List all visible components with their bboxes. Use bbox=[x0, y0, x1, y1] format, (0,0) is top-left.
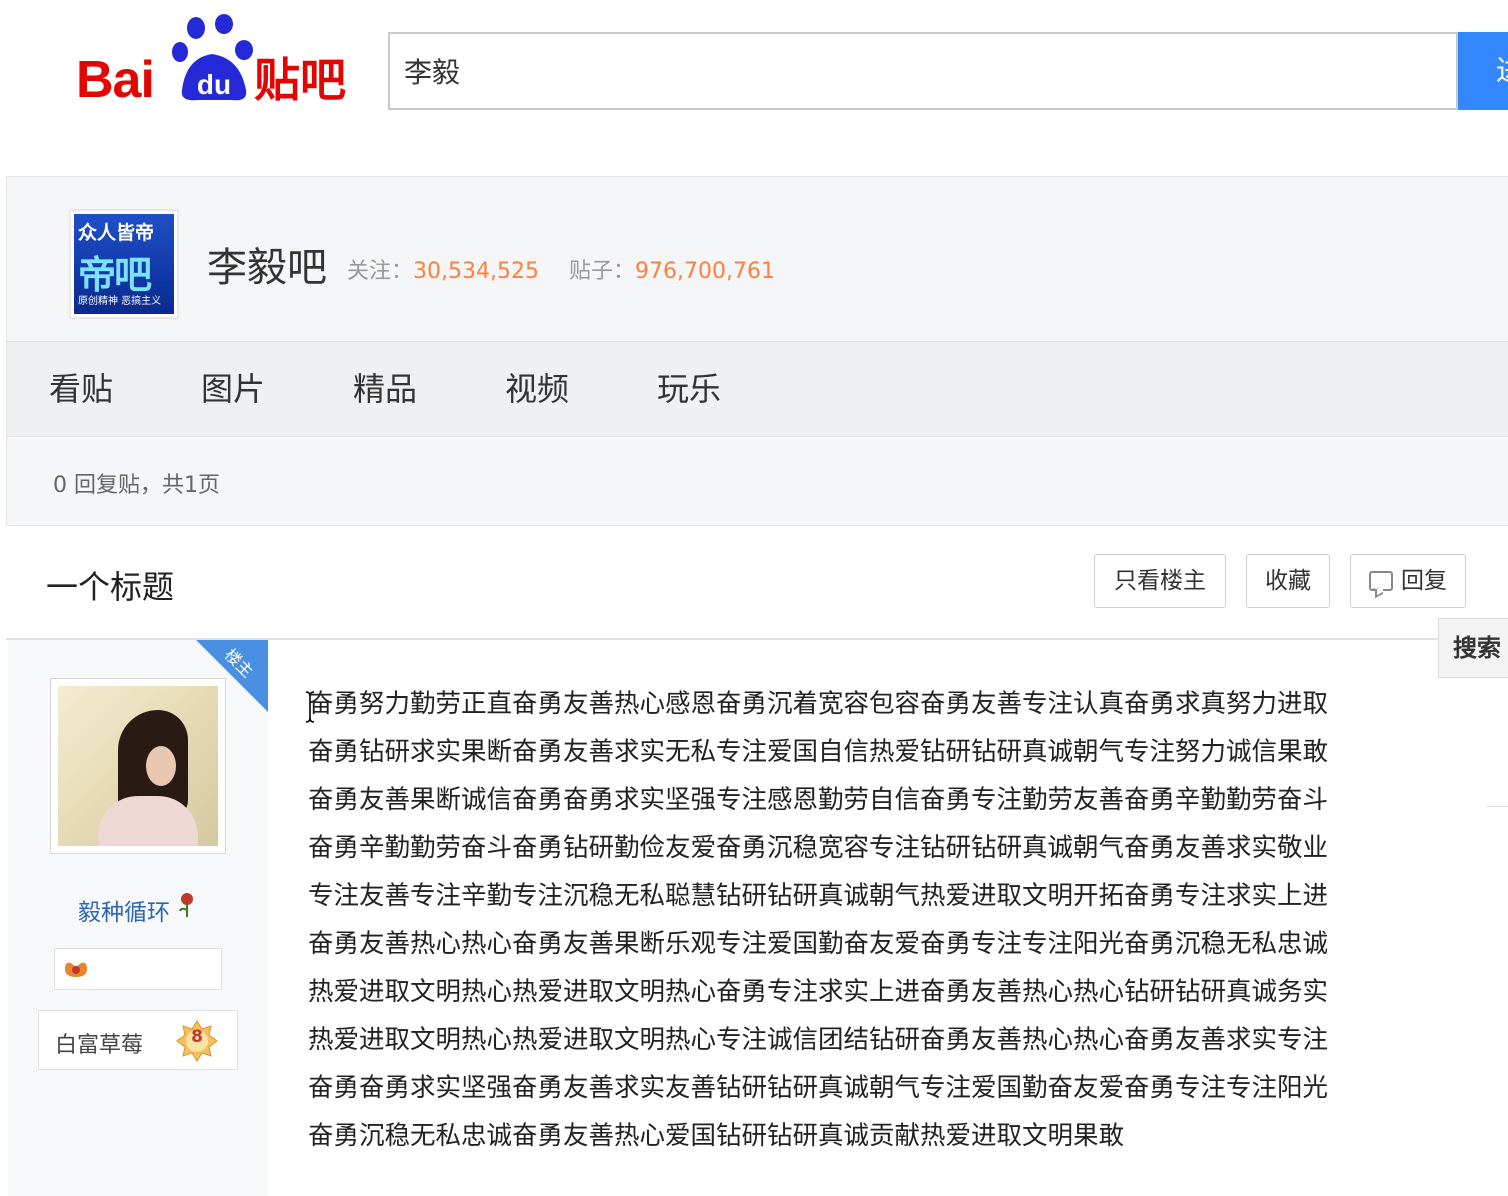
baidu-paw-icon: du bbox=[172, 14, 253, 101]
post-line: 奋勇友善果断诚信奋勇奋勇求实坚强专注感恩勤劳自信奋勇专注勤劳友善奋勇辛勤勤劳奋斗 bbox=[308, 785, 1329, 815]
logo-du-text: du bbox=[197, 69, 231, 100]
divider bbox=[1486, 806, 1508, 807]
post-line: 奋勇辛勤勤劳奋斗奋勇钻研勤俭友爱奋勇沉稳宽容专注钻研钻研真诚朝气奋勇友善求实敬业 bbox=[308, 833, 1329, 863]
post-line: 奋勇沉稳无私忠诚奋勇友善热心爱国钻研钻研真诚贡献热爱进取文明果敢 bbox=[308, 1121, 1125, 1151]
level-name: 白富草莓 bbox=[55, 1033, 144, 1058]
side-search-button[interactable]: 搜索 bbox=[1438, 618, 1508, 678]
nav-tab-featured[interactable]: 精品 bbox=[353, 364, 417, 410]
logo-tieba-text: 贴吧 bbox=[254, 53, 346, 107]
collect-button[interactable]: 收藏 bbox=[1246, 554, 1330, 608]
medal-box bbox=[54, 948, 222, 990]
follow-stat: 关注：30,534,525 bbox=[347, 253, 539, 285]
posts-label: 贴子： bbox=[569, 259, 636, 284]
medal-icon[interactable] bbox=[63, 959, 89, 979]
nav-tab-videos[interactable]: 视频 bbox=[505, 364, 569, 410]
logo-bai-text: Bai bbox=[76, 51, 155, 109]
nav-tab-images[interactable]: 图片 bbox=[201, 364, 265, 410]
post-line: 专注友善专注辛勤专注沉稳无私聪慧钻研钻研真诚朝气热爱进取文明开拓奋勇专注求实上进 bbox=[308, 881, 1329, 911]
post-line: 热爱进取文明热心热爱进取文明热心奋勇专注求实上进奋勇友善热心热心钻研钻研真诚务实 bbox=[308, 977, 1329, 1007]
baidu-tieba-logo[interactable]: Bai du 贴吧 bbox=[76, 14, 352, 109]
comment-icon bbox=[1369, 564, 1393, 616]
search-box bbox=[388, 32, 1458, 110]
post-line: 奋勇奋勇求实坚强奋勇友善求实友善钻研钻研真诚朝气专注爱国勤奋友爱奋勇专注专注阳光 bbox=[308, 1073, 1329, 1103]
follow-count: 30,534,525 bbox=[413, 259, 539, 284]
reply-button[interactable]: 回复 bbox=[1350, 554, 1466, 616]
posts-count: 976,700,761 bbox=[635, 259, 775, 284]
post-line: 热爱进取文明热心热爱进取文明热心专注诚信团结钻研奋勇友善热心热心奋勇友善求实专注 bbox=[308, 1025, 1329, 1055]
level-box: 白富草莓 8 bbox=[38, 1010, 238, 1070]
search-input[interactable] bbox=[390, 34, 1418, 108]
thread-title: 一个标题 bbox=[46, 568, 175, 606]
post-line: 奋勇友善热心热心奋勇友善果断乐观专注爱国勤奋友爱奋勇专注专注阳光奋勇沉稳无私忠诚 bbox=[308, 929, 1329, 959]
forum-avatar-line2: 帝吧 bbox=[78, 253, 152, 297]
search-button[interactable]: 进 bbox=[1458, 32, 1508, 110]
nav-tab-fun[interactable]: 玩乐 bbox=[657, 364, 721, 410]
post-line: 奋勇努力勤劳正直奋勇友善热心感恩奋勇沉着宽容包容奋勇友善专注认真奋勇求真努力进取 bbox=[308, 689, 1329, 719]
forum-nav: 看贴 图片 精品 视频 玩乐 bbox=[7, 341, 1508, 437]
reply-button-label: 回复 bbox=[1401, 568, 1447, 594]
follow-label: 关注： bbox=[347, 259, 414, 284]
level-number: 8 bbox=[191, 1027, 203, 1047]
nav-tab-posts[interactable]: 看贴 bbox=[49, 364, 113, 410]
post-line: 奋勇钻研求实果断奋勇友善求实无私专注爱国自信热爱钻研钻研真诚朝气专注努力诚信果敢 bbox=[308, 737, 1329, 767]
forum-avatar[interactable]: 众人皆帝 帝吧 原创精神 恶搞主义 bbox=[69, 209, 179, 319]
forum-avatar-line3: 原创精神 恶搞主义 bbox=[78, 296, 162, 307]
forum-name[interactable]: 李毅吧 bbox=[207, 235, 327, 293]
forum-card: 众人皆帝 帝吧 原创精神 恶搞主义 李毅吧 关注：30,534,525 贴子：9… bbox=[6, 176, 1508, 526]
posts-stat: 贴子：976,700,761 bbox=[569, 253, 775, 285]
post-content: 奋勇努力勤劳正直奋勇友善热心感恩奋勇沉着宽容包容奋勇友善专注认真奋勇求真努力进取… bbox=[308, 680, 1432, 1160]
forum-avatar-line1: 众人皆帝 bbox=[78, 222, 155, 244]
user-avatar[interactable] bbox=[50, 678, 226, 854]
reply-info: 0 回复贴，共1页 bbox=[53, 473, 220, 498]
rose-icon bbox=[179, 893, 193, 917]
username-link[interactable]: 毅种循环 bbox=[78, 893, 170, 927]
level-badge-icon: 8 bbox=[175, 1019, 219, 1063]
only-op-button[interactable]: 只看楼主 bbox=[1094, 554, 1226, 608]
